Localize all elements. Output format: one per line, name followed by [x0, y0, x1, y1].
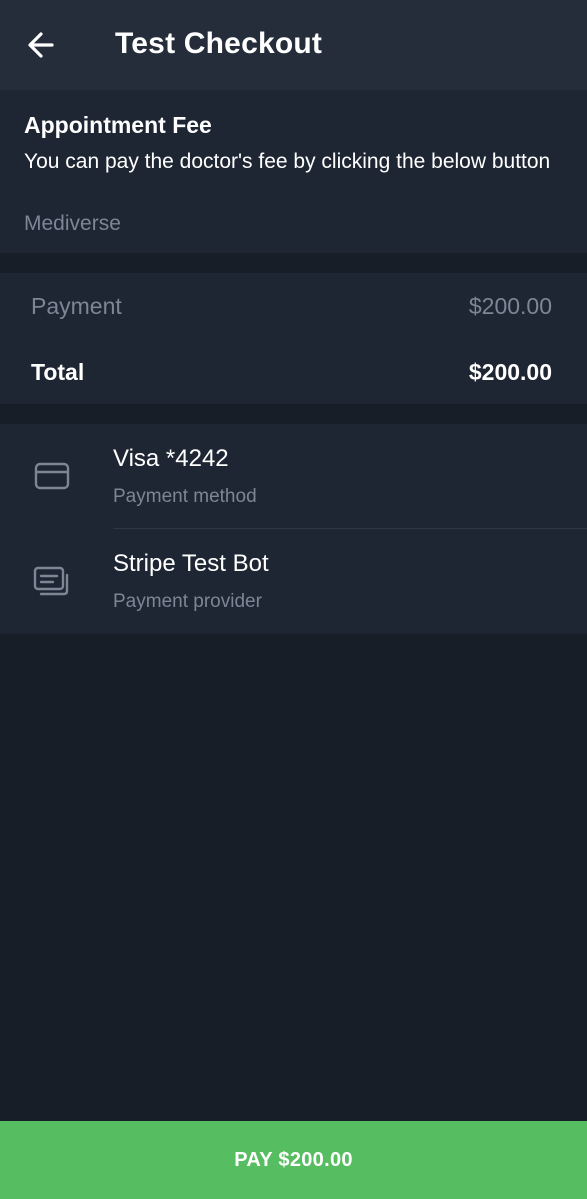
payment-provider-title: Stripe Test Bot — [113, 550, 269, 577]
payment-provider-row[interactable]: Stripe Test Bot Payment provider — [0, 529, 587, 634]
invoice-description: You can pay the doctor's fee by clicking… — [24, 150, 551, 173]
total-label: Total — [31, 359, 85, 385]
payment-provider-subtitle: Payment provider — [113, 591, 262, 612]
arrow-left-icon — [28, 32, 54, 58]
pay-button[interactable]: PAY $200.00 — [0, 1121, 587, 1199]
payment-method-subtitle: Payment method — [113, 486, 257, 507]
invoice-brand: Mediverse — [24, 212, 121, 235]
payment-label: Payment — [31, 293, 122, 319]
credit-card-icon — [32, 456, 72, 496]
invoice-title: Appointment Fee — [24, 112, 212, 138]
page-title: Test Checkout — [115, 27, 323, 60]
total-amount: $200.00 — [468, 359, 552, 385]
payment-amount: $200.00 — [468, 293, 552, 319]
payment-provider-icon — [32, 562, 72, 602]
back-button[interactable] — [20, 24, 62, 66]
pay-button-label: PAY $200.00 — [234, 1148, 353, 1171]
payment-method-row[interactable]: Visa *4242 Payment method — [0, 424, 587, 529]
payment-method-title: Visa *4242 — [113, 445, 229, 472]
